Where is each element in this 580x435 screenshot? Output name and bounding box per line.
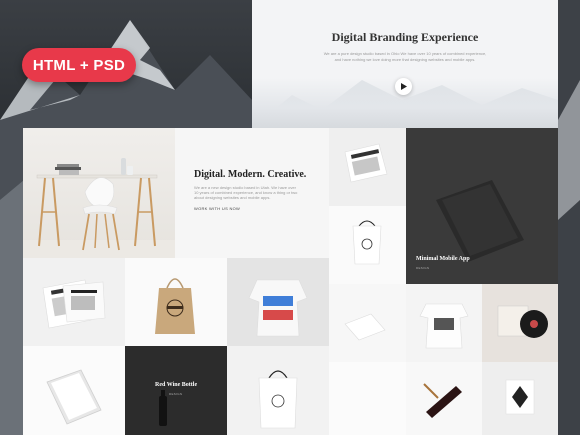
hero-subtitle-line1: We are a pure design studio based in Ohi… (323, 51, 487, 56)
paper-bag-tile[interactable] (329, 206, 406, 284)
vinyl-record-tile[interactable] (482, 284, 558, 362)
business-card-tile[interactable] (329, 284, 406, 362)
work-with-us-link[interactable]: WORK WITH US NOW (194, 206, 240, 211)
play-icon (401, 83, 407, 90)
red-wine-bottle-tile[interactable]: Red Wine Bottle DESIGN (125, 346, 227, 435)
creative-landing-mockup: Digital. Modern. Creative. We are a new … (23, 128, 329, 435)
wine-bottle-tile[interactable] (406, 362, 482, 435)
mobile-tile-title: Minimal Mobile App (416, 256, 470, 262)
branding-hero-mockup: Digital Branding Experience We are a pur… (252, 0, 558, 128)
portfolio-grid-mockup: Minimal Mobile App DESIGN (329, 128, 558, 435)
phone-tile[interactable] (23, 346, 125, 435)
shopping-bag-tile[interactable] (227, 346, 329, 435)
about-text-line3: about designing websites and mobile apps… (194, 195, 271, 200)
hero-subtitle-line2: and have nothing we love doing more that… (334, 57, 476, 62)
tshirt-small-tile[interactable] (406, 284, 482, 362)
magazine-tile[interactable] (23, 258, 125, 346)
wine-tile-subtitle: DESIGN (169, 392, 183, 396)
tshirt-tile[interactable] (227, 258, 329, 346)
geometric-print-tile[interactable] (482, 362, 558, 435)
about-title: Digital. Modern. Creative. (194, 169, 307, 180)
tote-bag-tile[interactable] (125, 258, 227, 346)
desk-chair-photo (23, 128, 175, 258)
mobile-tile-subtitle: DESIGN (416, 266, 430, 270)
hero-title: Digital Branding Experience (331, 30, 479, 44)
html-psd-badge: HTML + PSD (22, 48, 136, 82)
minimal-mobile-app-tile[interactable]: Minimal Mobile App DESIGN (406, 128, 558, 284)
blank-tile[interactable] (329, 362, 406, 435)
wine-tile-title: Red Wine Bottle (155, 382, 198, 388)
play-button[interactable] (395, 78, 412, 95)
brochure-tile[interactable] (329, 128, 406, 206)
